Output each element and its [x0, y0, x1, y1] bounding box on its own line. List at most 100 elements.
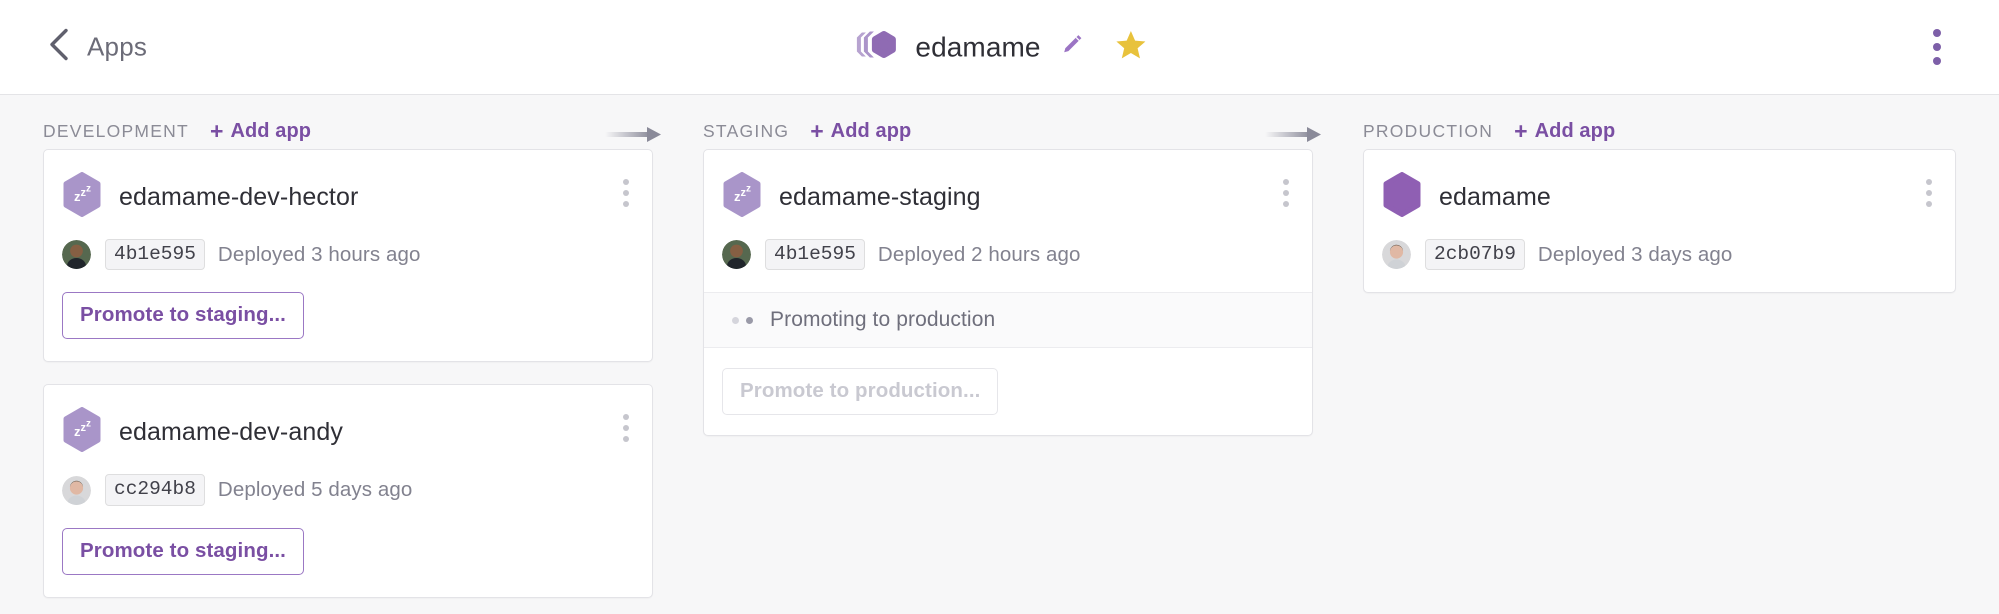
card-title-row: edamame: [1382, 172, 1933, 222]
column-header-staging: STAGING + Add app: [703, 95, 1313, 149]
header-overflow-menu-button[interactable]: [1929, 25, 1945, 69]
card-meta-row: 4b1e595 Deployed 3 hours ago: [62, 239, 630, 271]
kebab-dot: [1933, 57, 1941, 65]
card-meta-row: cc294b8 Deployed 5 days ago: [62, 474, 630, 506]
arrow-right-icon: [1265, 123, 1325, 152]
add-app-button-production[interactable]: + Add app: [1514, 117, 1616, 144]
svg-text:z: z: [746, 184, 751, 195]
kebab-dot: [623, 425, 629, 432]
app-name: edamame-dev-hector: [119, 182, 359, 211]
app-name: edamame-staging: [779, 182, 981, 211]
deploy-status: Deployed 2 hours ago: [877, 242, 1081, 266]
column-staging: STAGING + Add app z z z edamame-staging …: [703, 95, 1313, 458]
card-action-row: Promote to staging...: [44, 527, 652, 597]
kebab-dot: [623, 201, 629, 207]
kebab-dot: [623, 190, 629, 196]
sleeping-hexagon-icon: z z z: [722, 172, 762, 222]
card-action-row: Promote to staging...: [44, 292, 652, 361]
kebab-dot: [623, 436, 629, 443]
app-card-edamame-dev-hector[interactable]: z z z edamame-dev-hector 4b1e595 Deploye…: [43, 149, 653, 363]
loading-dots-icon: [732, 316, 753, 324]
avatar: [62, 475, 91, 505]
card-title-row: z z z edamame-dev-hector: [62, 172, 630, 222]
commit-sha: 2cb07b9: [1425, 239, 1525, 271]
page-title: edamame: [915, 31, 1041, 62]
app-card-edamame-dev-andy[interactable]: z z z edamame-dev-andy cc294b8 Deployed …: [43, 384, 653, 598]
app-name: edamame-dev-andy: [119, 417, 343, 446]
add-app-label: Add app: [830, 119, 912, 142]
card-title-row: z z z edamame-staging: [722, 172, 1290, 222]
sleeping-hexagon-icon: z z z: [62, 172, 102, 222]
back-label: Apps: [87, 31, 148, 62]
card-overflow-menu-button[interactable]: [620, 176, 632, 210]
add-app-button-staging[interactable]: + Add app: [810, 117, 912, 144]
kebab-dot: [1933, 43, 1941, 51]
deploy-status: Deployed 3 hours ago: [217, 242, 421, 266]
kebab-dot: [1926, 190, 1932, 196]
commit-sha: 4b1e595: [765, 239, 865, 271]
kebab-dot: [623, 414, 629, 421]
promote-to-staging-button[interactable]: Promote to staging...: [62, 527, 304, 575]
app-card-edamame[interactable]: edamame 2cb07b9 Deployed 3 days ago: [1363, 149, 1956, 294]
column-title: DEVELOPMENT: [43, 120, 189, 141]
arrow-right-icon: [605, 123, 665, 152]
promote-to-staging-button[interactable]: Promote to staging...: [62, 292, 304, 340]
loading-dot: [746, 316, 753, 324]
chevron-left-icon: [48, 28, 70, 67]
pencil-icon[interactable]: [1059, 32, 1085, 63]
app-title-group: edamame: [852, 26, 1146, 69]
app-name: edamame: [1439, 182, 1551, 211]
sleeping-hexagon-icon: z z z: [62, 407, 102, 457]
promotion-activity-text: Promoting to production: [770, 308, 996, 332]
add-app-label: Add app: [230, 119, 312, 142]
app-card-edamame-staging[interactable]: z z z edamame-staging 4b1e595 Deployed 2…: [703, 149, 1313, 437]
card-title-row: z z z edamame-dev-andy: [62, 407, 630, 457]
card-overflow-menu-button[interactable]: [1923, 176, 1935, 210]
add-app-button-development[interactable]: + Add app: [210, 117, 312, 144]
deploy-status: Deployed 3 days ago: [1537, 242, 1733, 266]
card-meta-row: 4b1e595 Deployed 2 hours ago: [722, 239, 1290, 271]
avatar: [1382, 240, 1411, 270]
column-development: DEVELOPMENT + Add app z z z edamame-dev-…: [43, 95, 653, 614]
column-header-development: DEVELOPMENT + Add app: [43, 95, 653, 149]
column-title: STAGING: [703, 120, 790, 141]
plus-icon: +: [210, 117, 224, 144]
kebab-dot: [1926, 179, 1932, 185]
card-body: edamame 2cb07b9 Deployed 3 days ago: [1364, 150, 1955, 292]
card-body: z z z edamame-staging 4b1e595 Deployed 2…: [704, 150, 1312, 292]
kebab-dot: [1283, 190, 1289, 196]
card-overflow-menu-button[interactable]: [620, 411, 632, 445]
avatar: [722, 240, 751, 270]
commit-sha: cc294b8: [105, 474, 205, 506]
kebab-dot: [1283, 201, 1289, 207]
commit-sha: 4b1e595: [105, 239, 205, 271]
column-production: PRODUCTION + Add app edamame 2cb07b9 Dep…: [1363, 95, 1956, 315]
card-overflow-menu-button[interactable]: [1280, 176, 1292, 210]
pipeline-hexagons-icon: [852, 26, 898, 69]
kebab-dot: [623, 179, 629, 185]
active-hexagon-icon: [1382, 172, 1422, 222]
column-title: PRODUCTION: [1363, 120, 1494, 141]
svg-text:z: z: [86, 184, 91, 195]
card-body: z z z edamame-dev-hector 4b1e595 Deploye…: [44, 150, 652, 292]
pipeline-board: DEVELOPMENT + Add app z z z edamame-dev-…: [0, 95, 1999, 614]
column-header-production: PRODUCTION + Add app: [1363, 95, 1956, 149]
promote-to-production-button[interactable]: Promote to production...: [722, 368, 999, 416]
avatar: [62, 240, 91, 270]
card-body: z z z edamame-dev-andy cc294b8 Deployed …: [44, 385, 652, 527]
deploy-status: Deployed 5 days ago: [217, 478, 413, 502]
plus-icon: +: [1514, 117, 1528, 144]
add-app-label: Add app: [1534, 119, 1616, 142]
pipeline-page: Apps edamame DEVELOPMENT + Add app z z z…: [0, 0, 1999, 614]
back-to-apps-link[interactable]: Apps: [48, 28, 147, 67]
svg-text:z: z: [86, 419, 91, 430]
star-icon[interactable]: [1115, 29, 1147, 65]
kebab-dot: [1926, 201, 1932, 207]
app-header: Apps edamame: [0, 0, 1999, 95]
plus-icon: +: [810, 117, 824, 144]
card-meta-row: 2cb07b9 Deployed 3 days ago: [1382, 239, 1933, 271]
card-action-row: Promote to production...: [704, 348, 1312, 435]
loading-dot: [732, 316, 739, 324]
kebab-dot: [1933, 29, 1941, 37]
promotion-activity-row: Promoting to production: [704, 292, 1312, 349]
